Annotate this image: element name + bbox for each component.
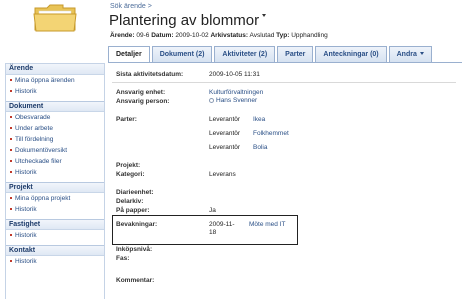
sidebar-section-arende: Ärende <box>6 64 104 75</box>
sidebar-item-till-fordelning[interactable]: Till fördelning <box>6 134 104 145</box>
part-link[interactable]: Folkhemmet <box>253 130 289 137</box>
sidebar-item-label: Historik <box>15 232 37 239</box>
kategori-label: Kategori: <box>116 171 145 178</box>
sidebar-item-mina-oppna-projekt[interactable]: Mina öppna projekt <box>6 193 104 204</box>
bullet-icon <box>10 197 12 199</box>
page-title-text: Plantering av blommor <box>109 12 260 29</box>
sidebar-item-label: Historik <box>15 88 37 95</box>
part-role: Leverantör <box>209 116 241 123</box>
bevakning-date-cont: 18 <box>209 229 217 236</box>
meta-datum-value: 2009-10-02 <box>175 32 209 39</box>
sidebar-item-label: Under arbete <box>15 125 53 132</box>
tab-parter[interactable]: Parter <box>277 46 314 62</box>
case-meta: Ärende: 09-6 Datum: 2009-10-02 Arkivstat… <box>110 32 328 39</box>
bullet-icon <box>10 149 12 151</box>
tab-andra[interactable]: Andra <box>388 46 432 62</box>
tab-dokument[interactable]: Dokument (2) <box>151 46 213 62</box>
bullet-icon <box>10 138 12 140</box>
sidebar-item-historik[interactable]: Historik <box>6 204 104 215</box>
senaste-aktivitet-label: Sista aktivitetsdatum: <box>116 71 184 78</box>
bullet-icon <box>10 208 12 210</box>
ansvarig-person-name: Hans Svenner <box>216 97 258 104</box>
bullet-icon <box>10 79 12 81</box>
bullet-icon <box>10 127 12 129</box>
bullet-icon <box>10 160 12 162</box>
breadcrumb[interactable]: Sök ärende > <box>110 3 152 10</box>
projekt-label: Projekt: <box>116 162 141 169</box>
folder-icon <box>33 4 77 32</box>
sidebar-item-utcheckade-filer[interactable]: Utcheckade filer <box>6 156 104 167</box>
kommentar-label: Kommentar: <box>116 277 155 284</box>
kategori-value: Leverans <box>209 171 236 178</box>
sidebar-item-label: Obesvarade <box>15 114 51 121</box>
bevakning-link[interactable]: Möte med IT <box>249 221 285 228</box>
sidebar-item-label: Utcheckade filer <box>15 158 62 165</box>
tab-detaljer[interactable]: Detaljer <box>108 46 150 63</box>
sidebar: Ärende Mina öppna ärenden Historik Dokum… <box>5 63 105 299</box>
senaste-aktivitet-value: 2009-10-05 11:31 <box>209 71 260 78</box>
bevakningar-callout <box>112 215 298 245</box>
part-role: Leverantör <box>209 144 241 151</box>
ansvarig-person-link[interactable]: Hans Svenner <box>209 97 257 104</box>
bullet-icon <box>10 116 12 118</box>
sidebar-item-mina-oppna-arenden[interactable]: Mina öppna ärenden <box>6 75 104 86</box>
sidebar-item-label: Till fördelning <box>15 136 54 143</box>
sidebar-item-label: Historik <box>15 169 37 176</box>
bullet-icon <box>10 90 12 92</box>
bullet-icon <box>10 171 12 173</box>
sidebar-item-historik[interactable]: Historik <box>6 230 104 241</box>
part-link[interactable]: Bolia <box>253 144 267 151</box>
sidebar-section-dokument: Dokument <box>6 101 104 112</box>
sidebar-item-label: Dokumentöversikt <box>15 147 68 154</box>
meta-arkivstatus-label: Arkivstatus: <box>210 32 249 39</box>
ansvarig-enhet-link[interactable]: Kulturförvaltningen <box>209 89 263 96</box>
chevron-down-icon[interactable] <box>262 14 267 17</box>
sidebar-item-label: Historik <box>15 206 37 213</box>
sidebar-item-label: Mina öppna projekt <box>15 195 71 202</box>
meta-arkivstatus-value: Avslutad <box>249 32 275 39</box>
bullet-icon <box>10 234 12 236</box>
chevron-down-icon <box>419 52 424 55</box>
part-link[interactable]: Ikea <box>253 116 265 123</box>
tab-bar: Detaljer Dokument (2) Aktiviteter (2) Pa… <box>108 46 434 63</box>
meta-typ-value: Upphandling <box>291 32 328 39</box>
part-role: Leverantör <box>209 130 241 137</box>
tab-divider <box>108 62 462 63</box>
meta-typ-label: Typ: <box>276 32 290 39</box>
tab-anteckningar[interactable]: Anteckningar (0) <box>315 46 387 62</box>
sidebar-item-obesvarade[interactable]: Obesvarade <box>6 112 104 123</box>
sidebar-item-label: Historik <box>15 258 37 265</box>
pa-papper-label: På papper: <box>116 207 150 214</box>
meta-arende-label: Ärende: <box>110 32 135 39</box>
sidebar-item-dokumentoversikt[interactable]: Dokumentöversikt <box>6 145 104 156</box>
fas-label: Fas: <box>116 255 130 262</box>
pa-papper-value: Ja <box>209 207 216 214</box>
sidebar-item-label: Mina öppna ärenden <box>15 77 75 84</box>
sidebar-item-historik[interactable]: Historik <box>6 167 104 178</box>
diarieenhet-label: Diarieenhet: <box>116 189 154 196</box>
ansvarig-enhet-label: Ansvarig enhet: <box>116 89 166 96</box>
sidebar-item-under-arbete[interactable]: Under arbete <box>6 123 104 134</box>
bullet-icon <box>10 260 12 262</box>
meta-datum-label: Datum: <box>151 32 174 39</box>
sidebar-item-historik[interactable]: Historik <box>6 86 104 97</box>
page-title[interactable]: Plantering av blommor <box>109 12 267 29</box>
bevakning-date: 2009-11- <box>209 221 235 228</box>
sidebar-item-historik[interactable]: Historik <box>6 256 104 267</box>
inkopsniva-label: Inköpsnivå: <box>116 246 153 253</box>
bevakningar-label: Bevakningar: <box>116 221 158 228</box>
delarkiv-label: Delarkiv: <box>116 198 144 205</box>
tab-andra-label: Andra <box>396 51 417 58</box>
sidebar-section-projekt: Projekt <box>6 182 104 193</box>
sidebar-section-kontakt: Kontakt <box>6 245 104 256</box>
divider <box>112 82 456 83</box>
parter-label: Parter: <box>116 116 137 123</box>
meta-arende-value: 09-6 <box>136 32 150 39</box>
sidebar-section-fastighet: Fastighet <box>6 219 104 230</box>
person-icon <box>209 98 214 103</box>
tab-aktiviteter[interactable]: Aktiviteter (2) <box>214 46 276 62</box>
ansvarig-person-label: Ansvarig person: <box>116 98 170 105</box>
